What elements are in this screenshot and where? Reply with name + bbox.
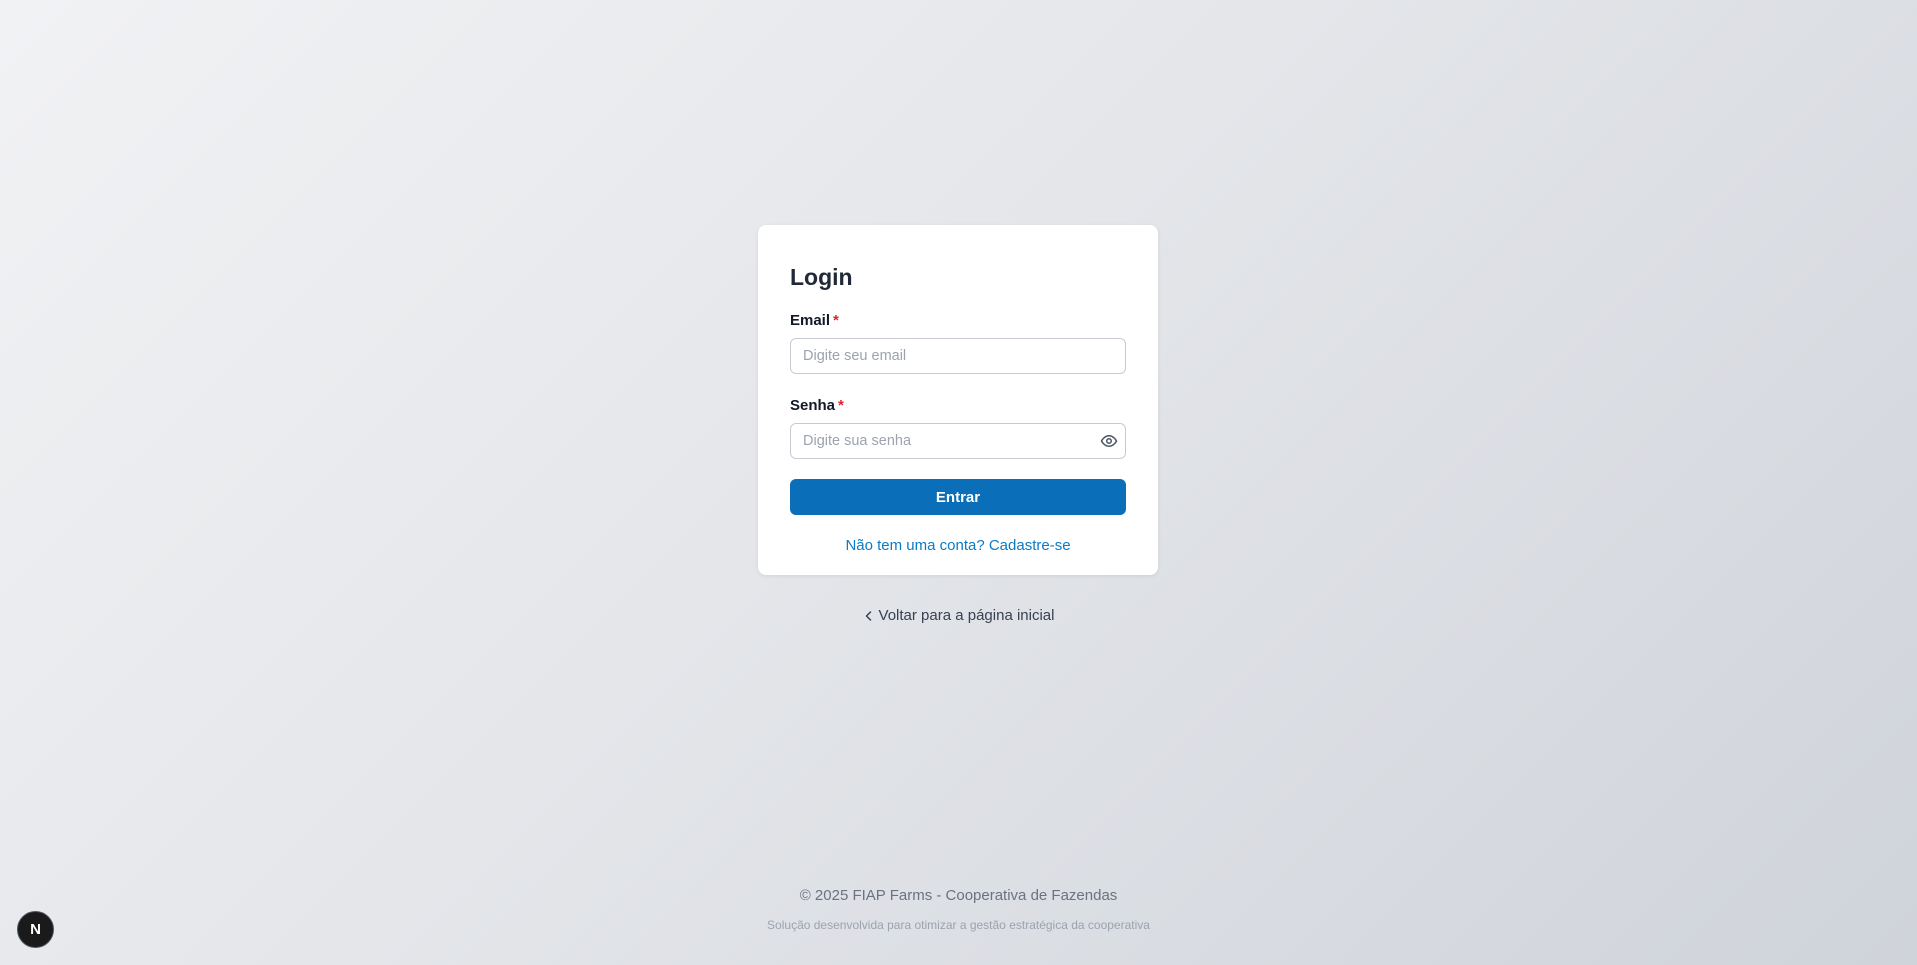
eye-icon[interactable]: [1100, 432, 1118, 450]
chevron-left-icon: [865, 610, 871, 621]
required-marker: *: [833, 312, 839, 329]
login-card: Login Email* Senha* Entrar Não tem uma c…: [758, 225, 1158, 575]
password-field[interactable]: [790, 423, 1126, 459]
n-logo-icon: N: [30, 921, 41, 938]
email-field-wrapper: [790, 338, 1126, 374]
page-title: Login: [790, 264, 853, 290]
login-button[interactable]: Entrar: [790, 479, 1126, 515]
password-label: Senha *: [790, 397, 1126, 415]
back-link[interactable]: Voltar para a página inicial: [863, 607, 1055, 624]
password-field-wrapper: [790, 423, 1126, 459]
nextjs-badge[interactable]: N: [17, 911, 54, 948]
footer-copyright: © 2025 FIAP Farms - Cooperativa de Fazen…: [799, 887, 1118, 904]
back-link-row: Voltar para a página inicial: [0, 607, 1917, 626]
footer-tagline: Solução desenvolvida para otimizar a ges…: [767, 918, 1150, 932]
password-label-text: Senha: [790, 397, 836, 414]
email-label: Email *: [790, 312, 1126, 330]
signup-link[interactable]: Não tem uma conta? Cadastre-se: [790, 537, 1126, 554]
email-field[interactable]: [790, 338, 1126, 374]
required-marker: *: [838, 397, 844, 414]
email-label-text: Email: [790, 312, 831, 329]
back-link-label: Voltar para a página inicial: [878, 607, 1055, 624]
